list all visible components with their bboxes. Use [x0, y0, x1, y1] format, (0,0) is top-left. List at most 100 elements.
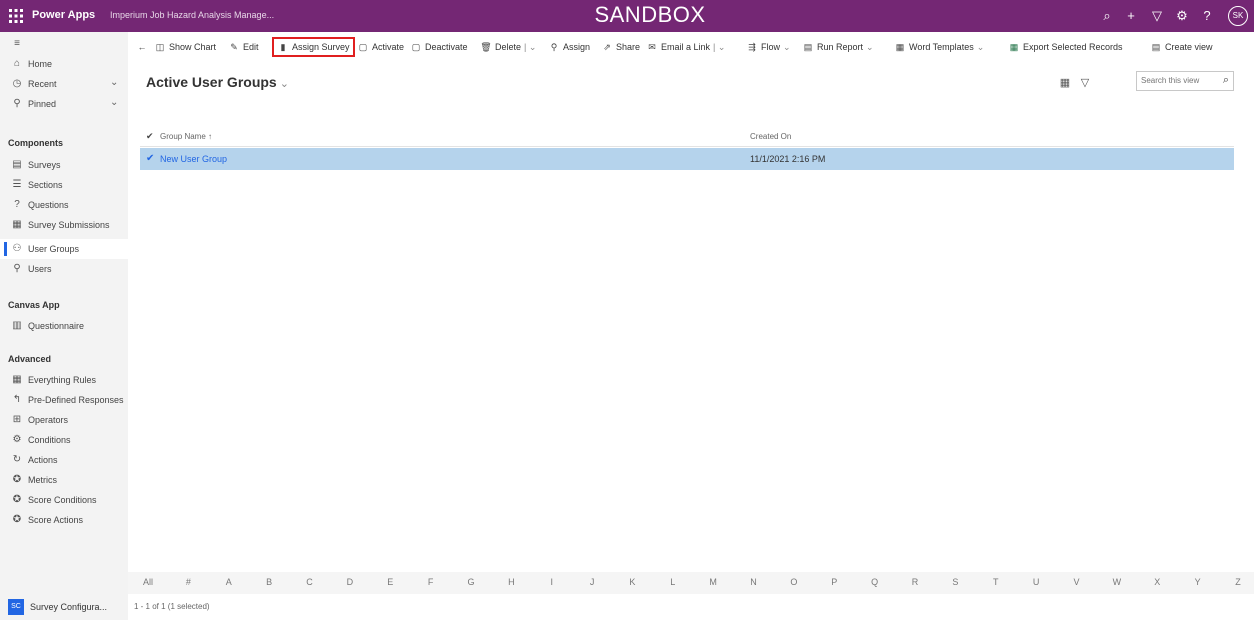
app-name[interactable]: Power Apps — [32, 9, 95, 21]
sidebar-item-pre-defined-responses[interactable]: ↰ Pre-Defined Responses — [0, 390, 128, 410]
jump-letter[interactable]: Q — [869, 577, 881, 587]
actions-icon: ↻ — [12, 454, 22, 465]
search-icon[interactable]: ⌕ — [1098, 7, 1116, 25]
jump-letter[interactable]: I — [546, 577, 558, 587]
sidebar-item-label: Recent — [28, 79, 57, 89]
sidebar-item-surveys[interactable]: ▤ Surveys — [0, 155, 128, 175]
sidebar-item-sections[interactable]: ☰ Sections — [0, 175, 128, 195]
email-link-button[interactable]: ✉ Email a Link | ⌄ — [646, 40, 725, 54]
filter-icon[interactable]: ▽ — [1078, 76, 1092, 90]
sidebar-item-survey-submissions[interactable]: ▦ Survey Submissions — [0, 215, 128, 235]
back-button[interactable]: ← — [136, 40, 151, 54]
jump-letter[interactable]: N — [748, 577, 760, 587]
help-icon[interactable]: ? — [1198, 7, 1216, 25]
sidebar-item-label: Pinned — [28, 99, 57, 109]
deactivate-button[interactable]: ▢ Deactivate — [410, 40, 468, 54]
table-row[interactable]: ✔ New User Group 11/1/2021 2:16 PM — [140, 148, 1234, 170]
jump-letter[interactable]: All — [142, 577, 154, 587]
sidebar-item-questionnaire[interactable]: ▥ Questionnaire — [0, 316, 128, 336]
sidebar-item-user-groups[interactable]: ⚇ User Groups — [0, 239, 128, 259]
jump-letter[interactable]: E — [384, 577, 396, 587]
alphabet-jump-bar: All # A B C D E F G H I J K L M N O P Q R S T U V W X Y Z — [128, 572, 1254, 594]
jump-letter[interactable]: F — [425, 577, 437, 587]
sidebar-collapse-button[interactable]: ≡ — [0, 34, 128, 54]
clock-icon: ◷ — [12, 78, 22, 89]
record-count: 1 - 1 of 1 (1 selected) — [134, 602, 210, 611]
chevron-down-icon[interactable]: ⌄ — [110, 77, 118, 88]
sidebar-item-everything-rules[interactable]: ▦ Everything Rules — [0, 370, 128, 390]
jump-letter[interactable]: Y — [1192, 577, 1204, 587]
avatar[interactable]: SK — [1228, 6, 1248, 26]
search-input[interactable] — [1137, 72, 1215, 88]
jump-letter[interactable]: G — [465, 577, 477, 587]
jump-letter[interactable]: A — [223, 577, 235, 587]
sidebar-item-score-actions[interactable]: ✪ Score Actions — [0, 510, 128, 530]
column-header-group-name[interactable]: Group Name ↑ — [160, 132, 212, 141]
area-badge: SC — [8, 599, 24, 615]
jump-letter[interactable]: H — [505, 577, 517, 587]
sidebar-item-label: Metrics — [28, 475, 57, 485]
question-icon: ? — [14, 199, 20, 210]
jump-letter[interactable]: X — [1151, 577, 1163, 587]
jump-letter[interactable]: K — [626, 577, 638, 587]
activate-button[interactable]: ▢ Activate — [357, 40, 404, 54]
column-header-created-on[interactable]: Created On — [750, 132, 791, 141]
row-checkbox[interactable]: ✔ — [146, 153, 154, 164]
delete-button[interactable]: 🗑 Delete | ⌄ — [480, 40, 536, 54]
gear-icon[interactable]: ⚙ — [1173, 7, 1191, 25]
share-button[interactable]: ⇗ Share — [601, 40, 640, 54]
assign-button[interactable]: ⚲ Assign — [548, 40, 590, 54]
jump-letter[interactable]: D — [344, 577, 356, 587]
view-selector[interactable]: Active User Groups ⌄ — [146, 74, 289, 90]
sidebar-item-operators[interactable]: ⊞ Operators — [0, 410, 128, 430]
create-view-button[interactable]: ▤ Create view — [1150, 40, 1213, 54]
jump-letter[interactable]: V — [1071, 577, 1083, 587]
filter-icon[interactable]: ▽ — [1148, 7, 1166, 25]
jump-letter[interactable]: J — [586, 577, 598, 587]
delete-icon: 🗑 — [480, 42, 492, 52]
jump-letter[interactable]: Z — [1232, 577, 1244, 587]
group-name-link[interactable]: New User Group — [160, 154, 227, 164]
export-selected-records-button[interactable]: ▦ Export Selected Records — [1008, 40, 1123, 54]
jump-letter[interactable]: W — [1111, 577, 1123, 587]
word-templates-button[interactable]: ▦ Word Templates ⌄ — [894, 40, 985, 54]
sidebar-item-label: Users — [28, 264, 52, 274]
assign-survey-button[interactable]: ▮ Assign Survey — [272, 37, 355, 57]
sidebar-item-recent[interactable]: ◷ Recent ⌄ — [0, 74, 128, 94]
jump-letter[interactable]: C — [303, 577, 315, 587]
app-subtitle[interactable]: Imperium Job Hazard Analysis Manage... — [110, 10, 274, 20]
chevron-down-icon[interactable]: ⌄ — [110, 97, 118, 108]
sidebar-item-pinned[interactable]: ⚲ Pinned ⌄ — [0, 94, 128, 114]
edit-button[interactable]: ✎ Edit — [228, 40, 258, 54]
jump-letter[interactable]: S — [949, 577, 961, 587]
jump-letter[interactable]: R — [909, 577, 921, 587]
sidebar-item-score-conditions[interactable]: ✪ Score Conditions — [0, 490, 128, 510]
search-icon[interactable]: ⌕ — [1223, 74, 1229, 87]
flow-button[interactable]: ⇶ Flow ⌄ — [746, 40, 790, 54]
jump-letter[interactable]: L — [667, 577, 679, 587]
sidebar-item-label: Operators — [28, 415, 69, 425]
area-switcher[interactable]: SC Survey Configura... — [0, 592, 128, 620]
pin-icon: ⚲ — [13, 98, 21, 109]
waffle-menu-icon[interactable] — [8, 8, 24, 24]
sidebar-item-actions[interactable]: ↻ Actions — [0, 450, 128, 470]
main-content: Active User Groups⌄ ▦ ▽ ⌕ ✔ Group Name ↑… — [128, 62, 1254, 582]
sidebar-item-metrics[interactable]: ✪ Metrics — [0, 470, 128, 490]
sidebar-item-conditions[interactable]: ⚙ Conditions — [0, 430, 128, 450]
jump-letter[interactable]: P — [828, 577, 840, 587]
show-chart-button[interactable]: ◫ Show Chart — [154, 40, 216, 54]
jump-letter[interactable]: B — [263, 577, 275, 587]
jump-letter[interactable]: U — [1030, 577, 1042, 587]
sidebar-item-questions[interactable]: ? Questions — [0, 195, 128, 215]
jump-letter[interactable]: O — [788, 577, 800, 587]
sidebar-item-users[interactable]: ⚲ Users — [0, 259, 128, 279]
sidebar-item-home[interactable]: ⌂ Home — [0, 54, 128, 74]
jump-letter[interactable]: M — [707, 577, 719, 587]
jump-letter[interactable]: # — [182, 577, 194, 587]
run-report-button[interactable]: ▤ Run Report ⌄ — [802, 40, 874, 54]
select-all-checkbox[interactable]: ✔ — [146, 131, 154, 142]
jump-letter[interactable]: T — [990, 577, 1002, 587]
sidebar-item-label: Questions — [28, 200, 69, 210]
grid-view-icon[interactable]: ▦ — [1058, 76, 1072, 90]
add-icon[interactable]: + — [1122, 7, 1140, 25]
